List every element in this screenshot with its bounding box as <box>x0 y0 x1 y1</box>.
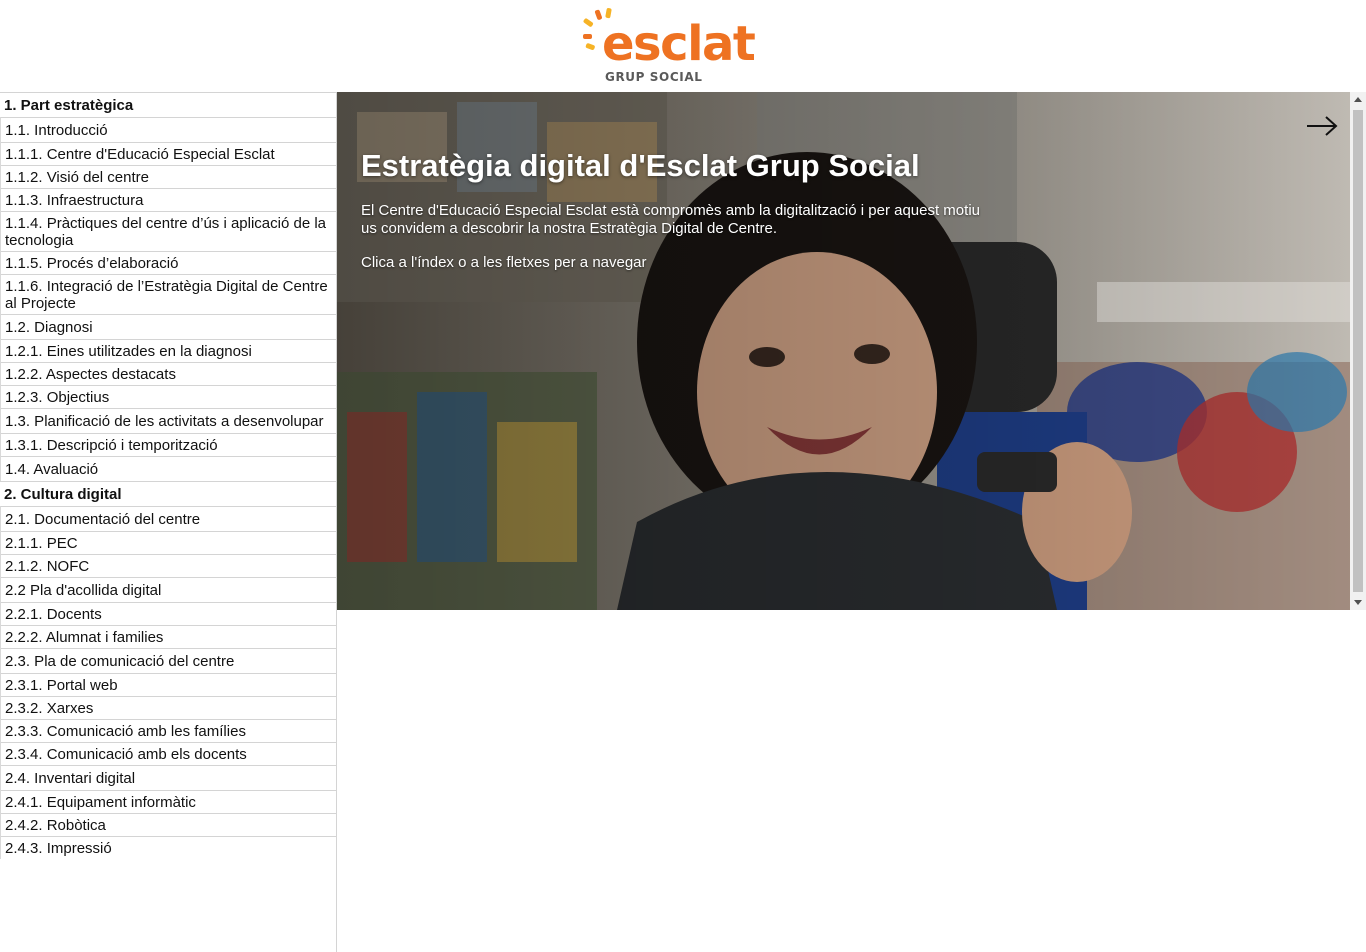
hero-slide: Estratègia digital d'Esclat Grup Social … <box>337 92 1350 610</box>
index-subitem[interactable]: 1.1.1. Centre d'Educació Especial Esclat <box>1 142 336 165</box>
index-item[interactable]: 1.2. Diagnosi <box>1 314 336 339</box>
index-section-2[interactable]: 2. Cultura digital <box>0 481 336 506</box>
index-item[interactable]: 2.4. Inventari digital <box>1 765 336 790</box>
arrow-right-icon[interactable] <box>1304 112 1340 140</box>
sidebar-index: 1. Part estratègica 1.1. Introducció 1.1.1… <box>0 92 337 952</box>
logo-subtitle: GRUP SOCIAL <box>605 70 703 84</box>
index-subitem[interactable]: 2.3.1. Portal web <box>1 673 336 696</box>
index-item[interactable]: 2.2 Pla d'acollida digital <box>1 577 336 602</box>
index-subitem[interactable]: 1.2.1. Eines utilitzades en la diagnosi <box>1 339 336 362</box>
esclat-logo[interactable]: esclat GRUP SOCIAL <box>582 8 787 88</box>
hero-description: El Centre d'Educació Especial Esclat est… <box>361 202 980 237</box>
index-subitem[interactable]: 2.3.3. Comunicació amb les famílies <box>1 719 336 742</box>
index-subitem[interactable]: 2.4.2. Robòtica <box>1 813 336 836</box>
index-item[interactable]: 1.4. Avaluació <box>1 456 336 481</box>
index-subitem[interactable]: 1.1.5. Procés d’elaboració <box>1 251 336 274</box>
scroll-thumb[interactable] <box>1353 110 1363 592</box>
scroll-up-arrow-icon[interactable] <box>1350 92 1366 108</box>
scroll-down-arrow-icon[interactable] <box>1350 594 1366 610</box>
index-subitem[interactable]: 2.3.2. Xarxes <box>1 696 336 719</box>
header: esclat GRUP SOCIAL <box>0 0 1366 92</box>
index-item[interactable]: 1.3. Planificació de les activitats a de… <box>1 408 336 433</box>
index-section-1[interactable]: 1. Part estratègica <box>0 92 336 117</box>
index-subitem[interactable]: 1.1.4. Pràctiques del centre d’ús i apli… <box>1 211 336 251</box>
index-item[interactable]: 2.3. Pla de comunicació del centre <box>1 648 336 673</box>
index-subitem[interactable]: 1.2.3. Objectius <box>1 385 336 408</box>
index-item[interactable]: 1.1. Introducció <box>1 117 336 142</box>
index-subitem[interactable]: 2.4.1. Equipament informàtic <box>1 790 336 813</box>
index-item[interactable]: 2.1. Documentació del centre <box>1 506 336 531</box>
index-subitem[interactable]: 2.2.1. Docents <box>1 602 336 625</box>
index-subitem[interactable]: 2.3.4. Comunicació amb els docents <box>1 742 336 765</box>
index-subitem[interactable]: 2.4.3. Impressió <box>1 836 336 859</box>
hero-hint: Clica a l'índex o a les fletxes per a na… <box>361 254 647 271</box>
index-subitem[interactable]: 1.1.2. Visió del centre <box>1 165 336 188</box>
scrollbar[interactable] <box>1350 92 1366 610</box>
index-subitem[interactable]: 1.1.3. Infraestructura <box>1 188 336 211</box>
index-subitem[interactable]: 2.1.2. NOFC <box>1 554 336 577</box>
index-subitem[interactable]: 1.1.6. Integració de l’Estratègia Digita… <box>1 274 336 314</box>
index-subitem[interactable]: 1.2.2. Aspectes destacats <box>1 362 336 385</box>
index-subitem[interactable]: 2.2.2. Alumnat i families <box>1 625 336 648</box>
hero-title: Estratègia digital d'Esclat Grup Social <box>361 148 920 183</box>
logo-wordmark: esclat <box>602 16 756 72</box>
index-subitem[interactable]: 1.3.1. Descripció i temporització <box>1 433 336 456</box>
index-subitem[interactable]: 2.1.1. PEC <box>1 531 336 554</box>
